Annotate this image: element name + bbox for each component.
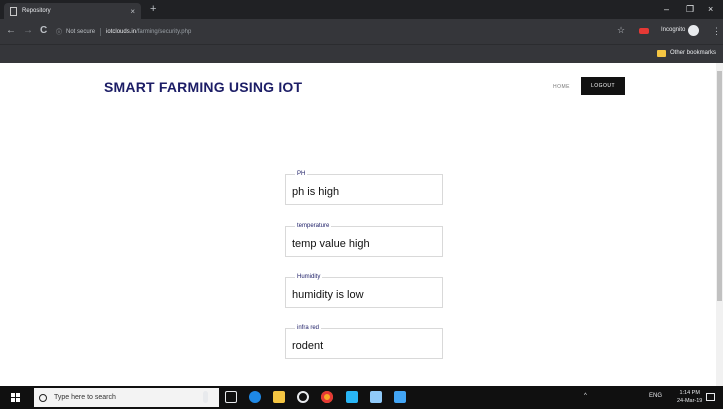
taskbar-search[interactable]: Type here to search bbox=[34, 388, 219, 407]
clock-time: 1:14 PM bbox=[679, 390, 700, 396]
system-clock[interactable]: 1:14 PM 24-Mar-19 bbox=[677, 389, 702, 405]
menu-icon[interactable]: ⋮ bbox=[712, 25, 721, 37]
nav-home-link[interactable]: HOME bbox=[553, 84, 570, 90]
security-status: Not secure bbox=[66, 28, 96, 35]
maximize-button[interactable]: ❐ bbox=[686, 3, 694, 15]
field-label: temperature bbox=[295, 222, 332, 231]
humidity-field[interactable]: Humidity humidity is low bbox=[285, 273, 443, 308]
file-explorer-icon[interactable] bbox=[273, 391, 285, 403]
folder-icon bbox=[657, 50, 666, 57]
info-icon[interactable]: ⓘ bbox=[56, 27, 62, 36]
field-value: ph is high bbox=[292, 186, 340, 198]
notification-icon[interactable] bbox=[706, 393, 715, 401]
search-icon bbox=[39, 393, 47, 402]
scrollbar-thumb[interactable] bbox=[717, 71, 722, 301]
tab-title: Repository bbox=[22, 8, 51, 14]
address-bar[interactable]: ⓘ Not secure iotclouds.in /farming/secur… bbox=[56, 25, 191, 38]
chrome-icon[interactable] bbox=[321, 391, 333, 403]
tab-strip: Repository × + – ❐ × bbox=[0, 0, 723, 19]
bookmarks-bar: Other bookmarks bbox=[0, 44, 723, 63]
field-label: Humidity bbox=[295, 273, 323, 282]
clock-date: 24-Mar-19 bbox=[677, 398, 703, 404]
extension-icon[interactable] bbox=[639, 28, 649, 34]
field-value: humidity is low bbox=[292, 289, 364, 301]
page-icon bbox=[10, 6, 17, 16]
store-icon[interactable] bbox=[394, 391, 406, 403]
infra-red-field[interactable]: infra red rodent bbox=[285, 324, 443, 359]
other-bookmarks-link[interactable]: Other bookmarks bbox=[670, 50, 716, 56]
url-path: /farming/security.php bbox=[136, 28, 192, 35]
notes-icon[interactable] bbox=[370, 391, 382, 403]
windows-taskbar: Type here to search ^ ENG 1:14 PM 24-Mar… bbox=[0, 386, 723, 409]
minimize-button[interactable]: – bbox=[664, 3, 669, 15]
microphone-icon[interactable] bbox=[203, 391, 208, 403]
language-indicator[interactable]: ENG bbox=[649, 393, 662, 399]
ph-field[interactable]: PH ph is high bbox=[285, 170, 443, 205]
tray-expand-icon[interactable]: ^ bbox=[584, 393, 587, 399]
task-view-icon[interactable] bbox=[225, 391, 237, 403]
incognito-label: Incognito bbox=[661, 27, 686, 33]
media-icon[interactable] bbox=[297, 391, 309, 403]
close-window-button[interactable]: × bbox=[708, 3, 713, 15]
star-icon[interactable]: ☆ bbox=[617, 25, 625, 36]
forward-button[interactable]: → bbox=[23, 25, 33, 37]
back-button[interactable]: ← bbox=[6, 25, 16, 37]
edge-icon[interactable] bbox=[249, 391, 261, 403]
search-placeholder: Type here to search bbox=[54, 394, 116, 401]
browser-tab[interactable]: Repository × bbox=[4, 3, 141, 19]
temperature-field[interactable]: temperature temp value high bbox=[285, 222, 443, 257]
incognito-icon[interactable] bbox=[688, 25, 699, 36]
address-divider bbox=[100, 27, 102, 36]
url-host: iotclouds.in bbox=[106, 28, 137, 35]
page-scrollbar[interactable] bbox=[716, 63, 723, 386]
reload-button[interactable]: C bbox=[40, 25, 47, 37]
field-value: temp value high bbox=[292, 238, 370, 250]
field-value: rodent bbox=[292, 340, 324, 352]
app-icon[interactable] bbox=[346, 391, 358, 403]
field-label: infra red bbox=[295, 324, 322, 333]
logout-button[interactable]: LOGOUT bbox=[581, 77, 625, 95]
new-tab-button[interactable]: + bbox=[150, 3, 156, 15]
browser-toolbar: ← → C ⓘ Not secure iotclouds.in /farming… bbox=[0, 19, 723, 44]
tab-close-icon[interactable]: × bbox=[130, 7, 135, 16]
windows-icon[interactable] bbox=[11, 393, 20, 402]
site-title: SMART FARMING USING IOT bbox=[104, 79, 303, 95]
field-label: PH bbox=[295, 170, 308, 179]
